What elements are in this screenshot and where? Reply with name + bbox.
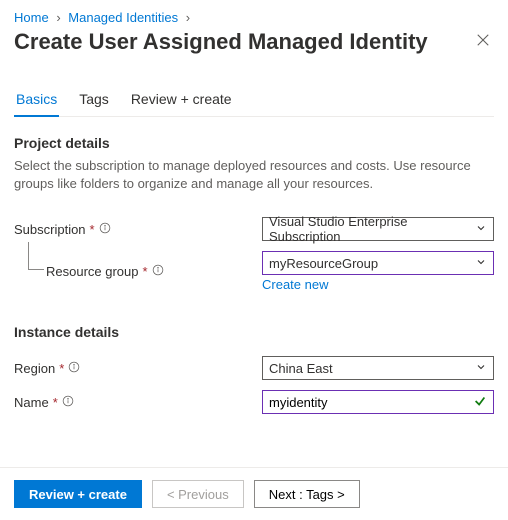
close-button[interactable] [472, 29, 494, 55]
page-title: Create User Assigned Managed Identity [14, 29, 428, 55]
chevron-down-icon [475, 256, 487, 271]
check-icon [473, 394, 487, 411]
tabs: Basics Tags Review + create [14, 87, 494, 117]
indent-line [28, 242, 44, 270]
required-indicator: * [143, 264, 148, 279]
section-title-project-details: Project details [14, 135, 494, 151]
info-icon[interactable] [99, 222, 111, 237]
region-value: China East [269, 361, 333, 376]
tab-review-create[interactable]: Review + create [129, 87, 234, 117]
region-select[interactable]: China East [262, 356, 494, 380]
field-subscription: Subscription * Visual Studio Enterprise … [14, 217, 494, 241]
field-region: Region * China East [14, 356, 494, 380]
info-icon[interactable] [62, 395, 74, 410]
section-title-instance-details: Instance details [14, 324, 494, 340]
breadcrumb-managed-identities[interactable]: Managed Identities [68, 10, 178, 25]
breadcrumb-separator: › [52, 10, 64, 25]
subscription-value: Visual Studio Enterprise Subscription [269, 214, 475, 244]
required-indicator: * [59, 361, 64, 376]
resource-group-value: myResourceGroup [269, 256, 378, 271]
label-region: Region [14, 361, 55, 376]
required-indicator: * [90, 222, 95, 237]
subscription-select[interactable]: Visual Studio Enterprise Subscription [262, 217, 494, 241]
breadcrumb-home[interactable]: Home [14, 10, 49, 25]
name-input[interactable] [269, 395, 473, 410]
label-subscription: Subscription [14, 222, 86, 237]
required-indicator: * [53, 395, 58, 410]
review-create-button[interactable]: Review + create [14, 480, 142, 508]
label-name: Name [14, 395, 49, 410]
resource-group-select[interactable]: myResourceGroup [262, 251, 494, 275]
field-name: Name * [14, 390, 494, 414]
breadcrumb: Home › Managed Identities › [14, 10, 494, 25]
tab-tags[interactable]: Tags [77, 87, 111, 117]
info-icon[interactable] [152, 264, 164, 279]
tab-basics[interactable]: Basics [14, 87, 59, 117]
create-new-link[interactable]: Create new [262, 277, 328, 292]
section-desc-project-details: Select the subscription to manage deploy… [14, 157, 494, 193]
chevron-down-icon [475, 222, 487, 237]
next-button[interactable]: Next : Tags > [254, 480, 360, 508]
chevron-down-icon [475, 361, 487, 376]
field-resource-group: Resource group * myResourceGroup Create … [14, 251, 494, 292]
info-icon[interactable] [68, 361, 80, 376]
footer: Review + create < Previous Next : Tags > [0, 467, 508, 520]
close-icon [476, 33, 490, 47]
previous-button: < Previous [152, 480, 244, 508]
breadcrumb-separator: › [182, 10, 194, 25]
label-resource-group: Resource group [46, 264, 139, 279]
name-input-wrapper [262, 390, 494, 414]
